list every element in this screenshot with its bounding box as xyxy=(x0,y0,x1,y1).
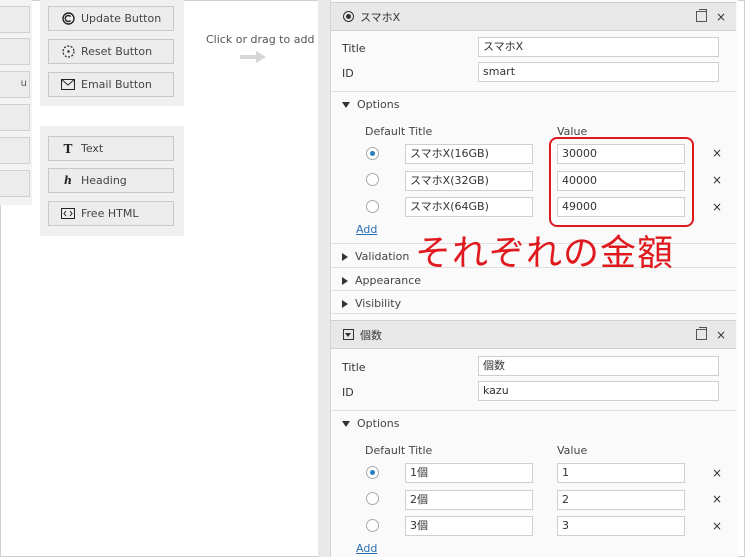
title-label: Title xyxy=(342,361,366,374)
validation-section-toggle[interactable]: Validation xyxy=(342,250,409,263)
c-circle-icon xyxy=(61,12,75,26)
option-title-input[interactable]: スマホX(16GB) xyxy=(405,144,533,164)
triangle-right-icon xyxy=(342,299,348,308)
option-title-input[interactable]: 2個 xyxy=(405,490,533,510)
option-value-input[interactable]: 1 xyxy=(557,463,685,483)
email-button-tool[interactable]: Email Button xyxy=(48,72,174,97)
default-radio[interactable] xyxy=(366,466,379,479)
visibility-section-toggle[interactable]: Visibility xyxy=(342,297,401,310)
left-stub-button-5[interactable] xyxy=(0,137,30,164)
visibility-label: Visibility xyxy=(355,297,402,310)
toolbar-group-text: T Text h Heading Free HTML xyxy=(40,126,184,236)
delete-option-icon[interactable]: × xyxy=(712,466,722,480)
triangle-down-icon xyxy=(342,420,350,427)
left-stub-button-3[interactable]: u xyxy=(0,71,30,98)
title-input[interactable]: 個数 xyxy=(478,356,719,376)
envelope-icon xyxy=(61,78,75,92)
drop-hint: Click or drag to add xyxy=(206,33,315,46)
value-highlight-box xyxy=(549,137,694,227)
id-input[interactable]: smart xyxy=(478,62,719,82)
column-header-default-title: Default Title xyxy=(365,125,433,138)
close-icon[interactable]: × xyxy=(716,329,726,341)
default-radio[interactable] xyxy=(366,200,379,213)
divider xyxy=(331,290,736,291)
add-option-link[interactable]: Add xyxy=(356,223,377,236)
triangle-right-icon xyxy=(342,276,348,285)
text-t-icon: T xyxy=(63,141,73,156)
id-label: ID xyxy=(342,67,354,80)
left-stub-button-1[interactable] xyxy=(0,6,30,33)
free-html-tool[interactable]: Free HTML xyxy=(48,201,174,226)
option-title-input[interactable]: 3個 xyxy=(405,516,533,536)
heading-h-icon: h xyxy=(64,174,72,187)
select-type-icon xyxy=(343,329,354,340)
default-radio[interactable] xyxy=(366,519,379,532)
id-input[interactable]: kazu xyxy=(478,381,719,401)
text-tool-label: Text xyxy=(81,142,104,155)
panel1-header[interactable]: スマホX × xyxy=(331,2,736,31)
triangle-right-icon xyxy=(342,252,348,261)
text-tool[interactable]: T Text xyxy=(48,136,174,161)
heading-tool-label: Heading xyxy=(81,174,127,187)
copy-icon[interactable] xyxy=(695,327,707,340)
update-button-tool[interactable]: Update Button xyxy=(48,6,174,31)
title-input[interactable]: スマホX xyxy=(478,37,719,57)
delete-option-icon[interactable]: × xyxy=(712,146,722,160)
left-stub-button-6[interactable] xyxy=(0,170,30,197)
add-option-link[interactable]: Add xyxy=(356,542,377,555)
divider xyxy=(331,410,736,411)
email-button-label: Email Button xyxy=(81,78,152,91)
properties-panel: スマホX × Title スマホX ID smart Options Defau… xyxy=(330,0,738,557)
close-icon[interactable]: × xyxy=(716,11,726,23)
validation-label: Validation xyxy=(355,250,410,263)
divider xyxy=(331,91,736,92)
panel2-header[interactable]: 個数 × xyxy=(331,320,736,349)
appearance-label: Appearance xyxy=(355,274,422,287)
copy-icon[interactable] xyxy=(695,9,707,22)
column-header-default-title: Default Title xyxy=(365,444,433,457)
left-stub-button-2[interactable] xyxy=(0,38,30,65)
toolbar-group-buttons: Update Button Reset Button Email Button xyxy=(40,0,184,106)
heading-tool[interactable]: h Heading xyxy=(48,168,174,193)
reset-icon xyxy=(61,45,75,59)
delete-option-icon[interactable]: × xyxy=(712,492,722,506)
update-button-label: Update Button xyxy=(81,12,162,25)
default-radio[interactable] xyxy=(366,492,379,505)
default-radio[interactable] xyxy=(366,173,379,186)
left-stub-button-4[interactable] xyxy=(0,104,30,131)
option-value-input[interactable]: 3 xyxy=(557,516,685,536)
id-label: ID xyxy=(342,386,354,399)
delete-option-icon[interactable]: × xyxy=(712,173,722,187)
free-html-tool-label: Free HTML xyxy=(81,207,139,220)
options-section-toggle[interactable]: Options xyxy=(342,417,399,430)
options-label: Options xyxy=(357,98,400,111)
delete-option-icon[interactable]: × xyxy=(712,519,722,533)
arrow-right-icon xyxy=(240,51,266,63)
option-value-input[interactable]: 2 xyxy=(557,490,685,510)
default-radio[interactable] xyxy=(366,147,379,160)
appearance-section-toggle[interactable]: Appearance xyxy=(342,274,421,287)
divider xyxy=(331,313,736,314)
panel1-header-title: スマホX xyxy=(360,10,401,24)
option-title-input[interactable]: スマホX(32GB) xyxy=(405,171,533,191)
delete-option-icon[interactable]: × xyxy=(712,200,722,214)
panel-gutter xyxy=(318,0,330,557)
reset-button-tool[interactable]: Reset Button xyxy=(48,39,174,64)
column-header-value: Value xyxy=(557,444,588,457)
option-title-input[interactable]: スマホX(64GB) xyxy=(405,197,533,217)
code-icon xyxy=(61,207,75,221)
triangle-down-icon xyxy=(342,101,350,108)
options-section-toggle[interactable]: Options xyxy=(342,98,399,111)
radio-type-icon xyxy=(343,11,354,22)
title-label: Title xyxy=(342,42,366,55)
panel2-header-title: 個数 xyxy=(360,328,382,342)
left-stub-label: u xyxy=(20,78,27,89)
annotation-text: それぞれの金額 xyxy=(415,233,675,274)
options-label: Options xyxy=(357,417,400,430)
option-title-input[interactable]: 1個 xyxy=(405,463,533,483)
reset-button-label: Reset Button xyxy=(81,45,153,58)
